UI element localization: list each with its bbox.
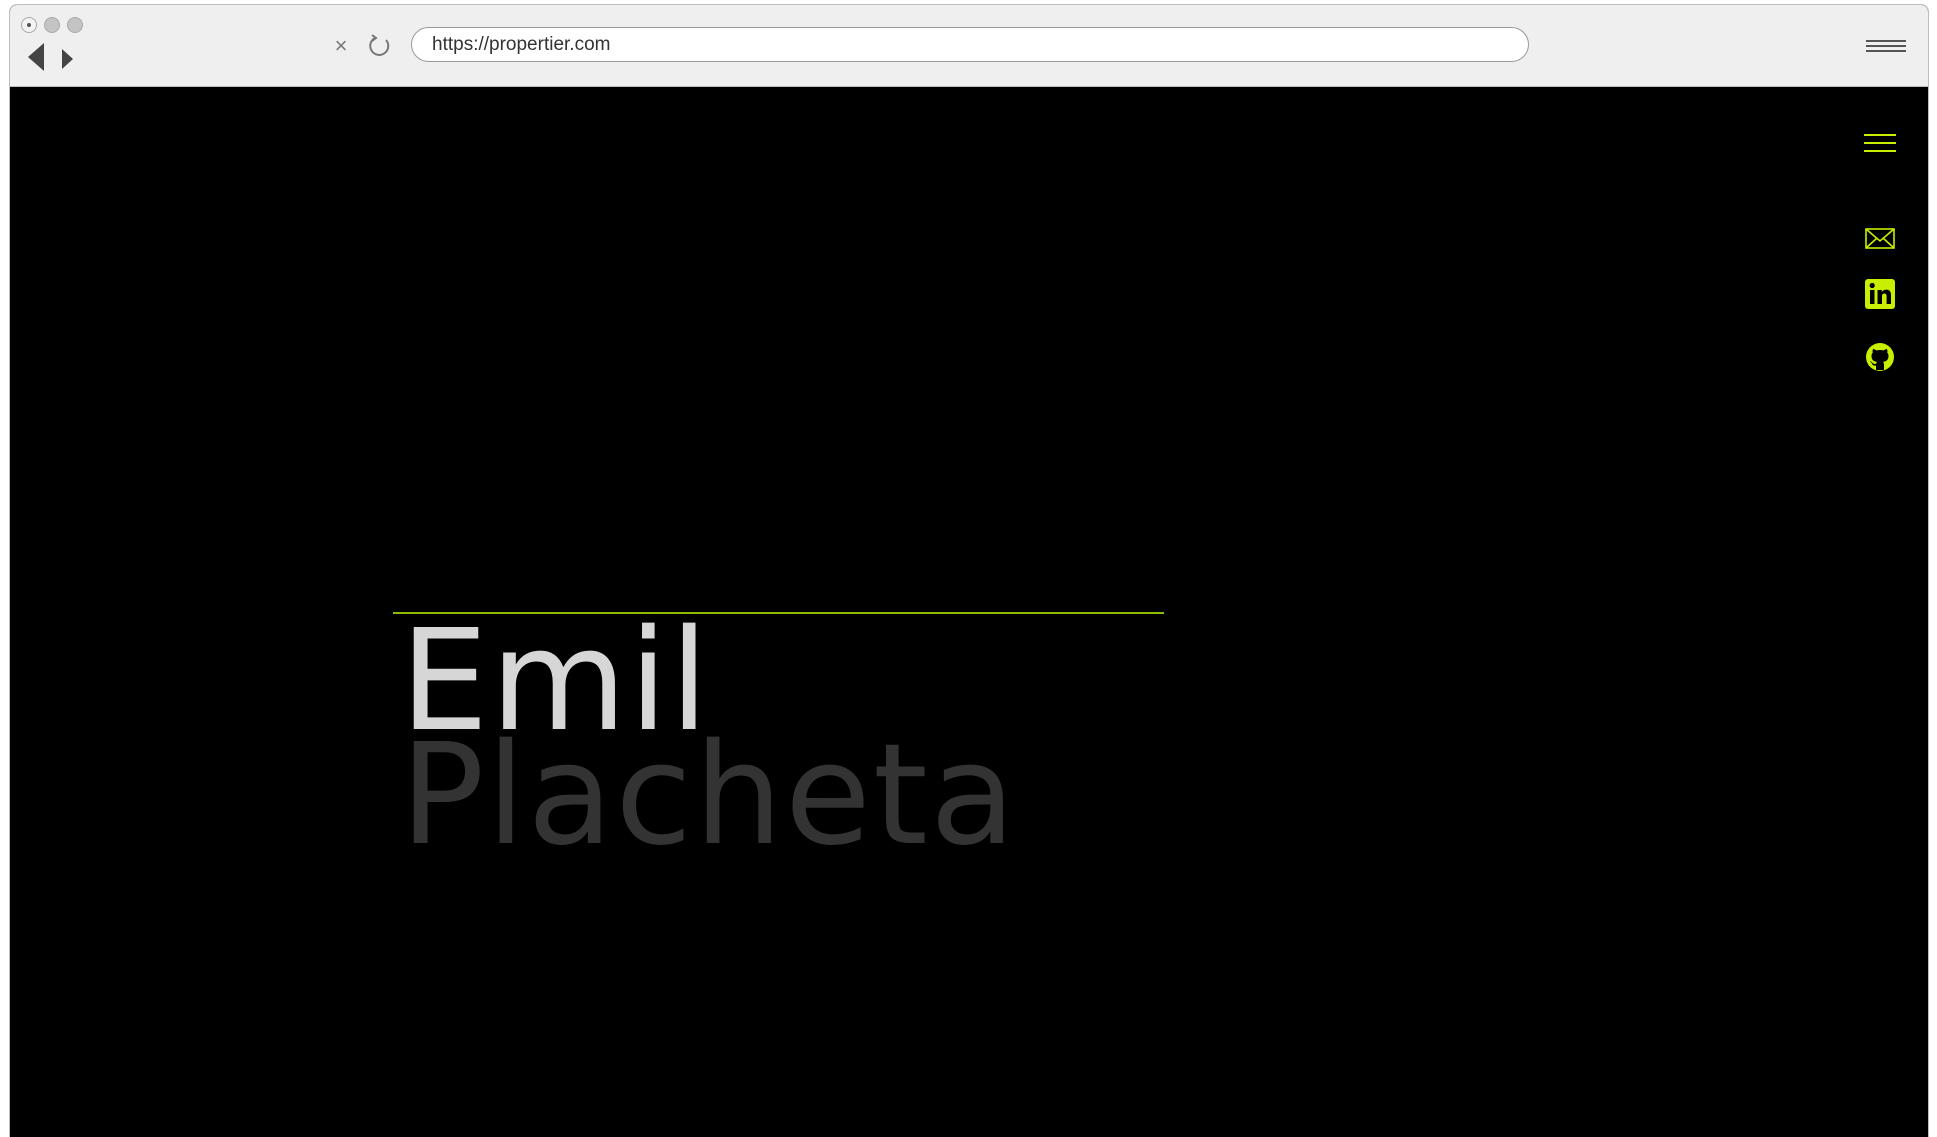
back-arrow-icon[interactable] xyxy=(28,43,44,71)
window-minimize-button[interactable] xyxy=(44,17,60,33)
browser-window: × https://propertier.com Emil Placheta xyxy=(9,4,1929,1137)
hamburger-icon[interactable] xyxy=(1866,40,1906,56)
address-bar[interactable]: https://propertier.com xyxy=(411,27,1529,62)
webpage-content: Emil Placheta xyxy=(10,87,1928,1137)
window-maximize-button[interactable] xyxy=(67,17,83,33)
github-icon[interactable] xyxy=(1865,342,1895,372)
forward-arrow-icon[interactable] xyxy=(62,49,73,69)
window-close-button[interactable] xyxy=(21,17,37,33)
browser-toolbar: × https://propertier.com xyxy=(10,5,1928,87)
reload-icon[interactable] xyxy=(366,33,392,59)
linkedin-icon[interactable] xyxy=(1865,279,1895,309)
hamburger-icon xyxy=(1864,134,1896,136)
site-menu-button[interactable] xyxy=(1864,134,1896,156)
url-text: https://propertier.com xyxy=(432,34,611,55)
envelope-icon[interactable] xyxy=(1865,223,1895,253)
close-icon[interactable]: × xyxy=(330,35,352,57)
hero-last-name: Placheta xyxy=(400,714,1018,877)
